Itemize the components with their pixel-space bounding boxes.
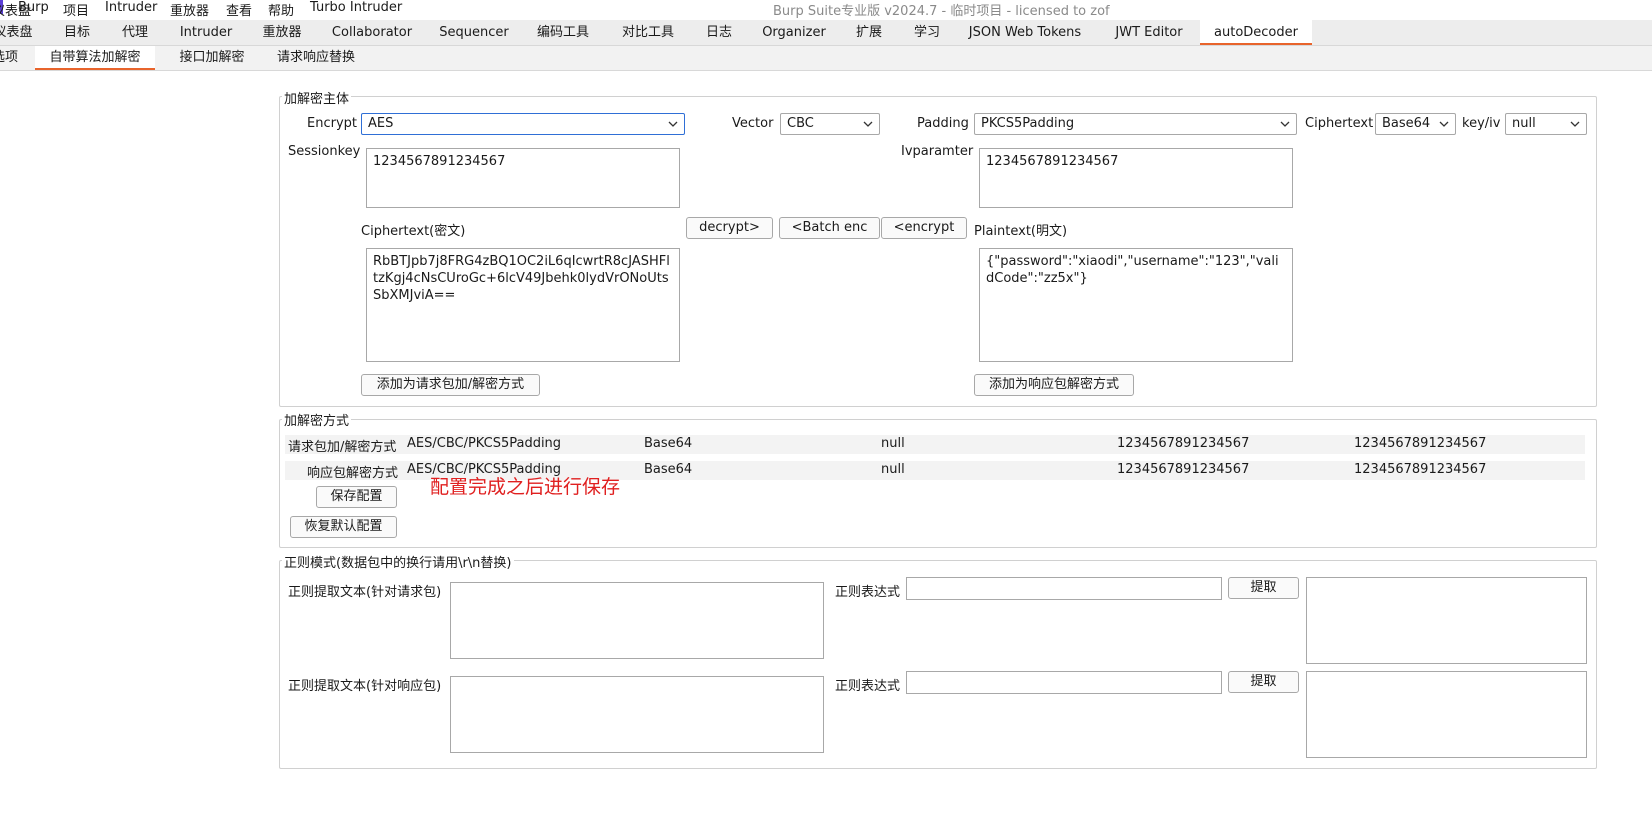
row-label: 请求包加/解密方式: [288, 440, 397, 455]
padding-select[interactable]: PKCS5Padding: [974, 113, 1297, 135]
tab-proxy[interactable]: 代理: [112, 20, 158, 45]
subtab-api-crypto[interactable]: 接口加解密: [160, 46, 264, 70]
tab-collaborator[interactable]: Collaborator: [322, 20, 422, 45]
subtab-replace[interactable]: 请求响应替换: [262, 46, 370, 70]
ciphertext-textarea[interactable]: RbBTJpb7j8FRG4zBQ1OC2iL6qIcwrtR8cJASHFlt…: [366, 248, 680, 362]
ciphertext-encoding-label: Ciphertext: [1305, 116, 1374, 131]
tab-extensions[interactable]: 扩展: [846, 20, 892, 45]
restore-default-button[interactable]: 恢复默认配置: [290, 516, 397, 538]
regex-request-textarea[interactable]: [450, 582, 824, 659]
vector-select-value: CBC: [787, 116, 814, 131]
methods-panel-title: 加解密方式: [282, 410, 352, 429]
ivparamter-input[interactable]: 1234567891234567: [979, 148, 1293, 208]
tab-comparer[interactable]: 对比工具: [612, 20, 684, 45]
extract-response-button[interactable]: 提取: [1228, 671, 1299, 693]
row-label: 响应包解密方式: [307, 466, 399, 481]
row-encoding: Base64: [644, 462, 693, 477]
tab-dashboard[interactable]: 仪表盘: [0, 20, 36, 45]
sessionkey-input[interactable]: 1234567891234567: [366, 148, 680, 208]
tab-intruder[interactable]: Intruder: [170, 20, 242, 45]
regex-panel-title: 正则模式(数据包中的换行请用\r\n替换): [282, 552, 514, 571]
row-key: 1234567891234567: [1117, 462, 1250, 477]
save-config-button[interactable]: 保存配置: [316, 486, 397, 508]
add-response-crypto-button[interactable]: 添加为响应包解密方式: [974, 374, 1134, 396]
add-request-crypto-button[interactable]: 添加为请求包加/解密方式: [361, 374, 540, 396]
tab-autodecoder[interactable]: autoDecoder: [1200, 20, 1312, 45]
ciphertext-area-label: Ciphertext(密文): [361, 224, 466, 239]
plaintext-area-label: Plaintext(明文): [974, 224, 1068, 239]
crypto-panel-title: 加解密主体: [282, 88, 352, 107]
sessionkey-label: Sessionkey: [288, 144, 361, 159]
regex-response-label: 正则提取文本(针对响应包): [288, 679, 442, 694]
chevron-down-icon: [1570, 121, 1580, 127]
menu-item-intruder[interactable]: Intruder: [105, 0, 157, 15]
main-tab-bar: 仪表盘 目标 代理 Intruder 重放器 Collaborator Sequ…: [0, 20, 1652, 46]
padding-label: Padding: [917, 116, 969, 131]
tab-learn[interactable]: 学习: [904, 20, 950, 45]
tab-organizer[interactable]: Organizer: [754, 20, 834, 45]
regex-response-result[interactable]: [1306, 671, 1587, 758]
chevron-down-icon: [1280, 121, 1290, 127]
menu-item-help[interactable]: 帮助: [268, 0, 294, 19]
menu-item-project[interactable]: 项目: [63, 0, 89, 19]
menu-item-burp[interactable]: Burp: [18, 0, 49, 15]
window-title: Burp Suite专业版 v2024.7 - 临时项目 - licensed …: [773, 4, 1110, 19]
encrypt-select-value: AES: [368, 116, 394, 131]
ciphertext-encoding-select[interactable]: Base64: [1375, 113, 1456, 135]
tab-json-web-tokens[interactable]: JSON Web Tokens: [962, 20, 1088, 45]
row-keyiv: null: [881, 462, 905, 477]
keyiv-select[interactable]: null: [1505, 113, 1587, 135]
table-row[interactable]: 请求包加/解密方式 AES/CBC/PKCS5Padding Base64 nu…: [285, 435, 1585, 455]
tab-decoder[interactable]: 编码工具: [526, 20, 600, 45]
plaintext-textarea[interactable]: {"password":"xiaodi","username":"123","v…: [979, 248, 1293, 362]
regex-response-expr-input[interactable]: [906, 671, 1222, 694]
keyiv-label: key/iv: [1462, 116, 1501, 131]
extract-request-button[interactable]: 提取: [1228, 577, 1299, 599]
menu-item-turbo-intruder[interactable]: Turbo Intruder: [310, 0, 402, 15]
regex-response-textarea[interactable]: [450, 676, 824, 753]
annotation-text: 配置完成之后进行保存: [430, 476, 621, 498]
vector-select[interactable]: CBC: [780, 113, 880, 135]
tab-logger[interactable]: 日志: [696, 20, 742, 45]
batch-enc-button[interactable]: <Batch enc: [779, 217, 880, 239]
chevron-down-icon: [668, 121, 678, 127]
menu-item-view[interactable]: 查看: [226, 0, 252, 19]
encrypt-select[interactable]: AES: [361, 113, 685, 135]
menu-item-repeater[interactable]: 重放器: [170, 0, 209, 19]
regex-request-result[interactable]: [1306, 577, 1587, 664]
regex-expr-label: 正则表达式: [835, 679, 901, 694]
row-keyiv: null: [881, 436, 905, 451]
ivparamter-label: Ivparamter: [901, 144, 974, 159]
row-key: 1234567891234567: [1117, 436, 1250, 451]
subtab-options[interactable]: 选项: [0, 46, 20, 70]
keyiv-select-value: null: [1512, 116, 1536, 131]
vector-label: Vector: [732, 116, 774, 131]
sub-tab-bar: 选项 自带算法加解密 接口加解密 请求响应替换: [0, 46, 1652, 71]
ciphertext-encoding-value: Base64: [1382, 116, 1431, 131]
regex-expr-label: 正则表达式: [835, 585, 901, 600]
encrypt-label: Encrypt: [307, 116, 357, 131]
row-iv: 1234567891234567: [1354, 436, 1487, 451]
tab-target[interactable]: 目标: [54, 20, 100, 45]
chevron-down-icon: [1439, 121, 1449, 127]
row-encoding: Base64: [644, 436, 693, 451]
chevron-down-icon: [863, 121, 873, 127]
encrypt-button[interactable]: <encrypt: [881, 217, 967, 239]
regex-request-label: 正则提取文本(针对请求包): [288, 585, 442, 600]
tab-jwt-editor[interactable]: JWT Editor: [1100, 20, 1198, 45]
row-algo: AES/CBC/PKCS5Padding: [407, 436, 562, 451]
subtab-builtin-crypto[interactable]: 自带算法加解密: [35, 46, 155, 70]
tab-sequencer[interactable]: Sequencer: [434, 20, 514, 45]
row-iv: 1234567891234567: [1354, 462, 1487, 477]
regex-request-expr-input[interactable]: [906, 577, 1222, 600]
padding-select-value: PKCS5Padding: [981, 116, 1075, 131]
tab-repeater[interactable]: 重放器: [254, 20, 310, 45]
decrypt-button[interactable]: decrypt>: [686, 217, 773, 239]
